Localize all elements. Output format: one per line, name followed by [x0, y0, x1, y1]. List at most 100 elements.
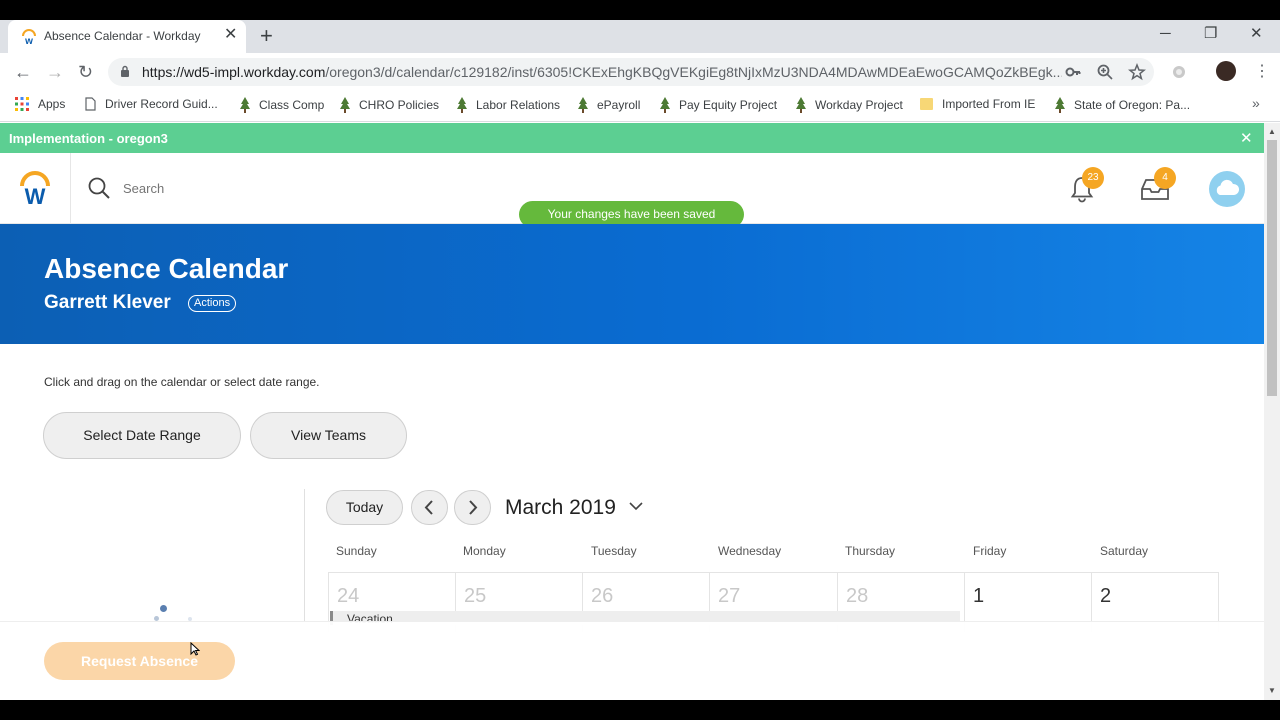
address-bar[interactable]: https://wd5-impl.workday.com/oregon3/d/c…	[108, 58, 1154, 86]
actions-button[interactable]: Actions	[188, 295, 237, 312]
weekday-friday: Friday	[973, 544, 1007, 558]
select-date-range-button[interactable]: Select Date Range	[43, 412, 241, 459]
zoom-icon[interactable]	[1096, 63, 1114, 81]
notifications-badge: 23	[1082, 167, 1104, 189]
svg-text:W: W	[25, 184, 46, 206]
bookmark-workday-project[interactable]: Workday Project	[796, 97, 903, 113]
next-month-button[interactable]	[454, 490, 491, 525]
bookmark-label: Class Comp	[259, 98, 325, 112]
top-black-bar	[0, 0, 1280, 20]
page-icon	[85, 97, 96, 111]
chevron-left-icon	[424, 500, 433, 515]
header-divider	[70, 153, 71, 223]
tab-close-icon[interactable]: ✕	[224, 27, 237, 43]
page-scrollbar[interactable]: ▲ ▼	[1264, 123, 1280, 700]
bookmark-driver-record[interactable]: Driver Record Guid...	[85, 97, 218, 111]
bookmark-label: Driver Record Guid...	[105, 97, 218, 111]
day-number: 27	[718, 585, 741, 607]
user-avatar[interactable]	[1209, 171, 1245, 207]
bookmark-label: CHRO Policies	[359, 98, 440, 112]
minimize-icon[interactable]: ─	[1160, 24, 1171, 44]
bookmark-labor-relations[interactable]: Labor Relations	[457, 97, 560, 113]
new-tab-icon[interactable]: +	[260, 25, 273, 47]
weekday-wednesday: Wednesday	[718, 544, 782, 558]
mouse-cursor-icon	[190, 642, 200, 656]
search-icon[interactable]	[88, 177, 110, 199]
tree-icon	[578, 97, 588, 113]
forward-arrow-icon[interactable]: →	[46, 62, 64, 82]
day-number: 24	[337, 585, 360, 607]
star-icon[interactable]	[1128, 63, 1146, 81]
lock-icon	[121, 65, 129, 77]
previous-month-button[interactable]	[411, 490, 448, 525]
back-arrow-icon[interactable]: ←	[14, 62, 32, 82]
banner-close-icon[interactable]: ✕	[1240, 129, 1253, 147]
browser-tab-strip: w Absence Calendar - Workday ✕ + ─ ❐ ✕	[0, 20, 1280, 53]
worker-name[interactable]: Garrett Klever	[44, 292, 171, 314]
chevron-down-icon[interactable]	[629, 501, 643, 511]
day-number: 25	[464, 585, 487, 607]
apps-grid-icon	[15, 97, 29, 111]
page-viewport: Implementation - oregon3 ✕ W 23	[0, 123, 1264, 700]
bookmark-label: Apps	[38, 97, 66, 111]
bottom-black-bar	[0, 700, 1280, 720]
profile-avatar[interactable]	[1216, 61, 1236, 81]
workday-favicon-icon: w	[22, 29, 36, 45]
tab-title: Absence Calendar - Workday	[44, 29, 201, 43]
today-button[interactable]: Today	[326, 490, 403, 525]
weekday-tuesday: Tuesday	[591, 544, 637, 558]
inbox-badge: 4	[1154, 167, 1176, 189]
chevron-right-icon	[469, 500, 478, 515]
calendar-instruction: Click and drag on the calendar or select…	[44, 375, 320, 389]
page-title: Absence Calendar	[44, 253, 289, 284]
browser-tab[interactable]: w Absence Calendar - Workday ✕	[8, 20, 246, 53]
day-number: 28	[846, 585, 869, 607]
weekday-monday: Monday	[463, 544, 506, 558]
bookmark-epayroll[interactable]: ePayroll	[578, 97, 640, 113]
page-header-banner: Absence Calendar Garrett Klever Actions	[0, 224, 1264, 344]
scroll-up-arrow-icon[interactable]: ▲	[1268, 127, 1276, 136]
environment-banner: Implementation - oregon3 ✕	[0, 123, 1264, 153]
folder-icon	[920, 98, 933, 110]
environment-banner-text: Implementation - oregon3	[9, 131, 168, 146]
bookmarks-overflow-icon[interactable]: »	[1252, 95, 1260, 111]
url-host: https://wd5-impl.workday.com	[142, 64, 326, 80]
bookmark-label: Labor Relations	[476, 98, 561, 112]
tree-icon	[1055, 97, 1065, 113]
bookmark-label: ePayroll	[597, 98, 641, 112]
bookmark-class-comp[interactable]: Class Comp	[240, 97, 324, 113]
weekday-saturday: Saturday	[1100, 544, 1149, 558]
restore-icon[interactable]: ❐	[1204, 24, 1217, 44]
day-number: 2	[1100, 585, 1112, 607]
browser-menu-icon[interactable]: ⋮	[1254, 61, 1270, 81]
request-absence-button[interactable]: Request Absence	[44, 642, 235, 680]
reload-icon[interactable]: ↻	[78, 62, 93, 82]
bookmark-chro-policies[interactable]: CHRO Policies	[340, 97, 439, 113]
bookmarks-bar: Apps Driver Record Guid... Class Comp CH…	[0, 91, 1280, 122]
bookmark-label: Imported From IE	[942, 97, 1036, 111]
search-input[interactable]	[123, 181, 423, 196]
scroll-down-arrow-icon[interactable]: ▼	[1268, 686, 1276, 695]
bookmark-apps[interactable]: Apps	[15, 97, 65, 111]
tree-icon	[340, 97, 350, 113]
workday-logo-icon[interactable]: W	[18, 170, 52, 206]
key-icon[interactable]	[1064, 63, 1082, 81]
tree-icon	[457, 97, 467, 113]
bookmark-pay-equity[interactable]: Pay Equity Project	[660, 97, 777, 113]
window-close-icon[interactable]: ✕	[1250, 24, 1263, 44]
scrollbar-thumb[interactable]	[1267, 140, 1277, 396]
extension-icon[interactable]	[1172, 65, 1186, 79]
bookmark-imported-from-ie[interactable]: Imported From IE	[920, 97, 1035, 111]
bookmark-label: State of Oregon: Pa...	[1074, 98, 1191, 112]
view-teams-button[interactable]: View Teams	[250, 412, 407, 459]
tree-icon	[240, 97, 250, 113]
bookmark-state-of-oregon[interactable]: State of Oregon: Pa...	[1055, 97, 1190, 113]
month-title[interactable]: March 2019	[505, 496, 616, 520]
bookmark-label: Pay Equity Project	[679, 98, 778, 112]
tree-icon	[660, 97, 670, 113]
tree-icon	[796, 97, 806, 113]
browser-toolbar: ← → ↻ https://wd5-impl.workday.com/orego…	[0, 53, 1280, 91]
url-text: https://wd5-impl.workday.com/oregon3/d/c…	[142, 64, 1062, 80]
sticky-footer: Request Absence	[0, 621, 1264, 700]
svg-text:w: w	[24, 36, 33, 45]
